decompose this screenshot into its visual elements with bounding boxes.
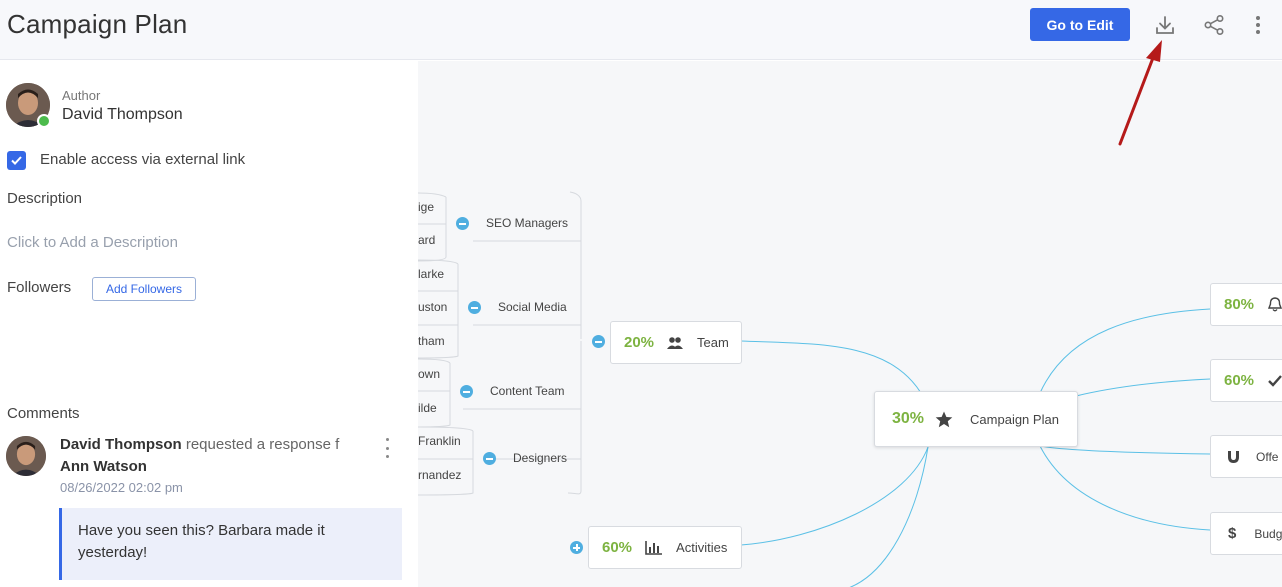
collapse-toggle-icon[interactable] <box>468 301 481 314</box>
leaf-node[interactable]: Franklin <box>418 434 461 448</box>
leaf-node[interactable]: uston <box>418 300 447 314</box>
team-node[interactable]: 20% Team <box>610 321 742 364</box>
expand-toggle-icon[interactable] <box>570 541 583 554</box>
right-node[interactable]: 60% <box>1210 359 1282 402</box>
comment-text: Have you seen this? Barbara made it yest… <box>59 508 402 580</box>
check-icon <box>11 156 22 165</box>
collapse-toggle-icon[interactable] <box>456 217 469 230</box>
root-percent: 30% <box>892 410 925 427</box>
leaf-node[interactable]: ilde <box>418 401 437 415</box>
leaf-node[interactable]: ard <box>418 233 435 247</box>
check-icon <box>1268 375 1282 387</box>
bar-chart-icon <box>645 540 663 555</box>
description-heading: Description <box>7 190 83 207</box>
collapse-toggle-icon[interactable] <box>592 335 605 348</box>
add-followers-button[interactable]: Add Followers <box>92 277 196 301</box>
comment-header: David Thompson requested a response f <box>60 436 342 453</box>
details-panel: Author David Thompson Enable access via … <box>0 61 418 587</box>
right-node-percent: 60% <box>1224 372 1255 389</box>
page-title: Campaign Plan <box>7 9 188 39</box>
external-link-checkbox[interactable] <box>7 151 26 170</box>
root-node[interactable]: 30% Campaign Plan <box>874 391 1078 447</box>
root-label: Campaign Plan <box>970 411 1059 427</box>
more-options-icon[interactable] <box>1245 12 1271 38</box>
team-percent: 20% <box>624 334 655 351</box>
group-social-media[interactable]: Social Media <box>498 300 567 314</box>
leaf-node[interactable]: larke <box>418 267 444 281</box>
activities-label: Activities <box>676 540 728 555</box>
leaf-node[interactable]: own <box>418 367 440 381</box>
star-icon <box>935 411 953 427</box>
dollar-icon: $ <box>1228 525 1237 542</box>
leaf-node[interactable]: tham <box>418 334 445 348</box>
author-name: David Thompson <box>62 106 183 123</box>
right-node-label: Offe <box>1256 449 1279 464</box>
team-label: Team <box>697 335 729 350</box>
magnet-icon <box>1228 450 1239 463</box>
header-bar: Campaign Plan Go to Edit <box>0 0 1282 60</box>
share-icon[interactable] <box>1201 12 1227 38</box>
followers-heading: Followers <box>7 279 72 296</box>
collapse-toggle-icon[interactable] <box>460 385 473 398</box>
activities-percent: 60% <box>602 539 633 556</box>
right-node[interactable]: $ Budg <box>1210 512 1282 555</box>
external-link-label: Enable access via external link <box>40 151 246 168</box>
team-icon <box>667 336 684 349</box>
leaf-node[interactable]: rnandez <box>418 468 461 482</box>
online-status-badge <box>37 114 51 128</box>
comment-more-icon[interactable] <box>380 438 394 458</box>
comment-date: 08/26/2022 02:02 pm <box>60 480 183 495</box>
group-designers[interactable]: Designers <box>513 451 567 465</box>
right-node-label: Budg <box>1254 526 1282 541</box>
author-label: Author <box>62 88 101 103</box>
bell-icon <box>1268 297 1282 312</box>
activities-node[interactable]: 60% Activities <box>588 526 742 569</box>
comment-author: David Thompson <box>60 436 182 453</box>
comment-avatar <box>6 436 46 476</box>
group-content-team[interactable]: Content Team <box>490 384 565 398</box>
group-seo-managers[interactable]: SEO Managers <box>486 216 568 230</box>
comments-heading: Comments <box>7 405 80 422</box>
right-node-percent: 80% <box>1224 296 1255 313</box>
right-node[interactable]: 80% <box>1210 283 1282 326</box>
collapse-toggle-icon[interactable] <box>483 452 496 465</box>
download-icon[interactable] <box>1152 12 1178 38</box>
right-node[interactable]: Offe <box>1210 435 1282 478</box>
comment-action: requested a response f <box>185 436 340 453</box>
description-placeholder[interactable]: Click to Add a Description <box>7 234 178 251</box>
comment-target: Ann Watson <box>60 458 147 475</box>
leaf-node[interactable]: ige <box>418 200 434 214</box>
annotation-arrow <box>1118 40 1162 146</box>
